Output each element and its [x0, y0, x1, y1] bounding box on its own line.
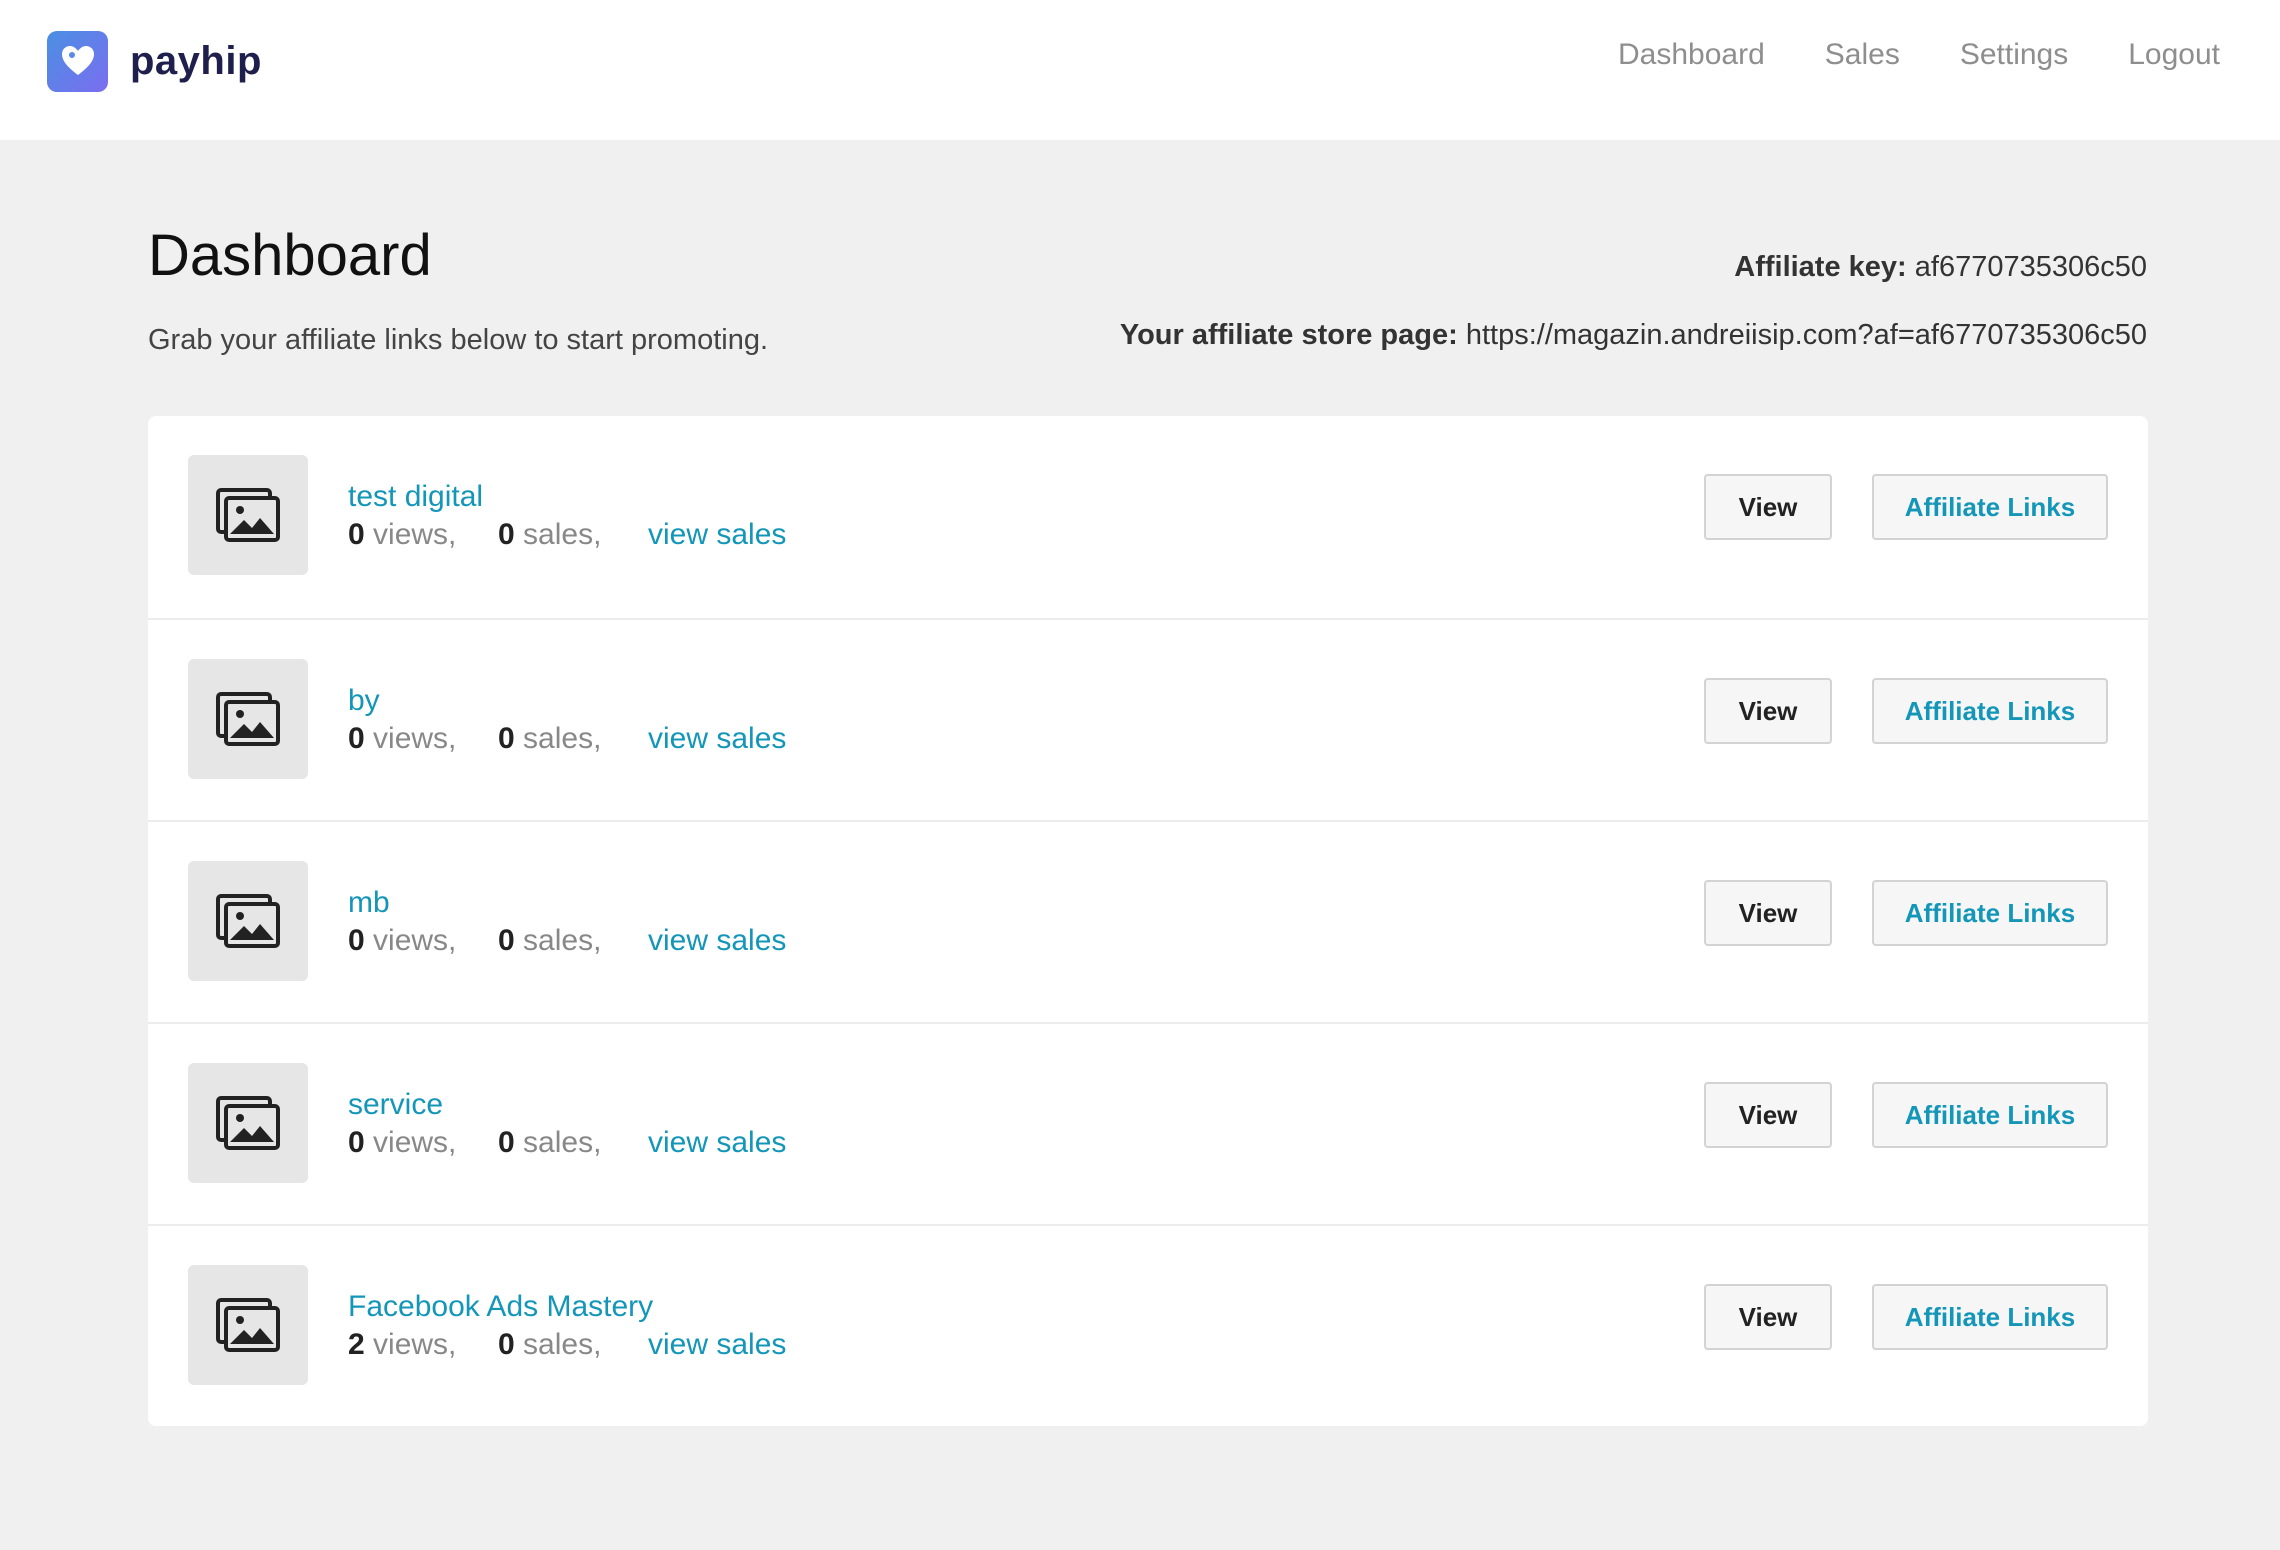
view-button[interactable]: View: [1704, 1082, 1832, 1148]
view-button[interactable]: View: [1704, 678, 1832, 744]
product-row: Facebook Ads Mastery 2 views, 0 sales, v…: [148, 1224, 2148, 1426]
nav-logout[interactable]: Logout: [2128, 38, 2220, 72]
view-button[interactable]: View: [1704, 474, 1832, 540]
views-label: views,: [373, 518, 457, 551]
sales-count: 0 sales,: [498, 518, 648, 552]
sales-number: 0: [498, 1328, 515, 1361]
product-list: test digital 0 views, 0 sales, view sale…: [148, 416, 2148, 1426]
views-number: 2: [348, 1328, 365, 1361]
page-subtitle: Grab your affiliate links below to start…: [148, 324, 769, 356]
product-title[interactable]: service: [348, 1088, 443, 1122]
sales-label: sales,: [523, 1126, 602, 1159]
affiliate-links-button[interactable]: Affiliate Links: [1872, 474, 2108, 540]
sales-count: 0 sales,: [498, 1126, 648, 1160]
store-page-label: Your affiliate store page:: [1119, 319, 1458, 351]
product-stats: 2 views, 0 sales, view sales: [348, 1328, 786, 1362]
views-number: 0: [348, 518, 365, 551]
views-count: 0 views,: [348, 518, 498, 552]
sales-label: sales,: [523, 1328, 602, 1361]
view-sales-link[interactable]: view sales: [648, 924, 786, 958]
image-placeholder-icon: [188, 455, 308, 575]
affiliate-key-value: af6770735306c50: [1914, 251, 2147, 283]
views-count: 0 views,: [348, 924, 498, 958]
views-count: 0 views,: [348, 722, 498, 756]
views-number: 0: [348, 722, 365, 755]
sales-number: 0: [498, 1126, 515, 1159]
product-stats: 0 views, 0 sales, view sales: [348, 1126, 786, 1160]
brand-name: payhip: [130, 39, 262, 83]
image-placeholder-icon: [188, 1063, 308, 1183]
product-row: mb 0 views, 0 sales, view sales View Aff…: [148, 820, 2148, 1022]
affiliate-key-line: Affiliate key: af6770735306c50: [1120, 250, 2147, 284]
product-title[interactable]: test digital: [348, 480, 483, 514]
sales-number: 0: [498, 722, 515, 755]
sales-count: 0 sales,: [498, 722, 648, 756]
views-label: views,: [373, 1126, 457, 1159]
store-page-url[interactable]: https://magazin.andreiisip.com?af=af6770…: [1466, 319, 2147, 351]
payhip-logo[interactable]: payhip: [47, 31, 262, 92]
sales-number: 0: [498, 518, 515, 551]
product-stats: 0 views, 0 sales, view sales: [348, 518, 786, 552]
views-label: views,: [373, 1328, 457, 1361]
view-sales-link[interactable]: view sales: [648, 1328, 786, 1362]
store-page-line: Your affiliate store page: https://magaz…: [1120, 318, 2147, 352]
main-nav: Dashboard Sales Settings Logout: [1618, 38, 2220, 72]
heart-tag-icon: [47, 31, 108, 92]
product-stats: 0 views, 0 sales, view sales: [348, 924, 786, 958]
nav-sales[interactable]: Sales: [1825, 38, 1900, 72]
image-placeholder-icon: [188, 659, 308, 779]
views-label: views,: [373, 722, 457, 755]
affiliate-key-label: Affiliate key:: [1734, 251, 1907, 283]
product-title[interactable]: Facebook Ads Mastery: [348, 1290, 653, 1324]
product-row: by 0 views, 0 sales, view sales View Aff…: [148, 618, 2148, 820]
affiliate-info: Affiliate key: af6770735306c50 Your affi…: [1120, 250, 2147, 352]
nav-dashboard[interactable]: Dashboard: [1618, 38, 1765, 72]
product-title[interactable]: by: [348, 684, 380, 718]
view-button[interactable]: View: [1704, 1284, 1832, 1350]
affiliate-links-button[interactable]: Affiliate Links: [1872, 1284, 2108, 1350]
views-count: 2 views,: [348, 1328, 498, 1362]
views-label: views,: [373, 924, 457, 957]
views-number: 0: [348, 1126, 365, 1159]
view-sales-link[interactable]: view sales: [648, 1126, 786, 1160]
product-title[interactable]: mb: [348, 886, 390, 920]
affiliate-links-button[interactable]: Affiliate Links: [1872, 678, 2108, 744]
affiliate-links-button[interactable]: Affiliate Links: [1872, 1082, 2108, 1148]
sales-count: 0 sales,: [498, 924, 648, 958]
sales-label: sales,: [523, 924, 602, 957]
view-sales-link[interactable]: view sales: [648, 518, 786, 552]
sales-count: 0 sales,: [498, 1328, 648, 1362]
nav-settings[interactable]: Settings: [1960, 38, 2068, 72]
image-placeholder-icon: [188, 1265, 308, 1385]
product-stats: 0 views, 0 sales, view sales: [348, 722, 786, 756]
sales-number: 0: [498, 924, 515, 957]
image-placeholder-icon: [188, 861, 308, 981]
views-count: 0 views,: [348, 1126, 498, 1160]
views-number: 0: [348, 924, 365, 957]
affiliate-links-button[interactable]: Affiliate Links: [1872, 880, 2108, 946]
sales-label: sales,: [523, 722, 602, 755]
view-button[interactable]: View: [1704, 880, 1832, 946]
sales-label: sales,: [523, 518, 602, 551]
view-sales-link[interactable]: view sales: [648, 722, 786, 756]
product-row: service 0 views, 0 sales, view sales Vie…: [148, 1022, 2148, 1224]
product-row: test digital 0 views, 0 sales, view sale…: [148, 416, 2148, 618]
page-title: Dashboard: [148, 223, 432, 288]
top-navigation-bar: payhip Dashboard Sales Settings Logout: [0, 0, 2280, 140]
